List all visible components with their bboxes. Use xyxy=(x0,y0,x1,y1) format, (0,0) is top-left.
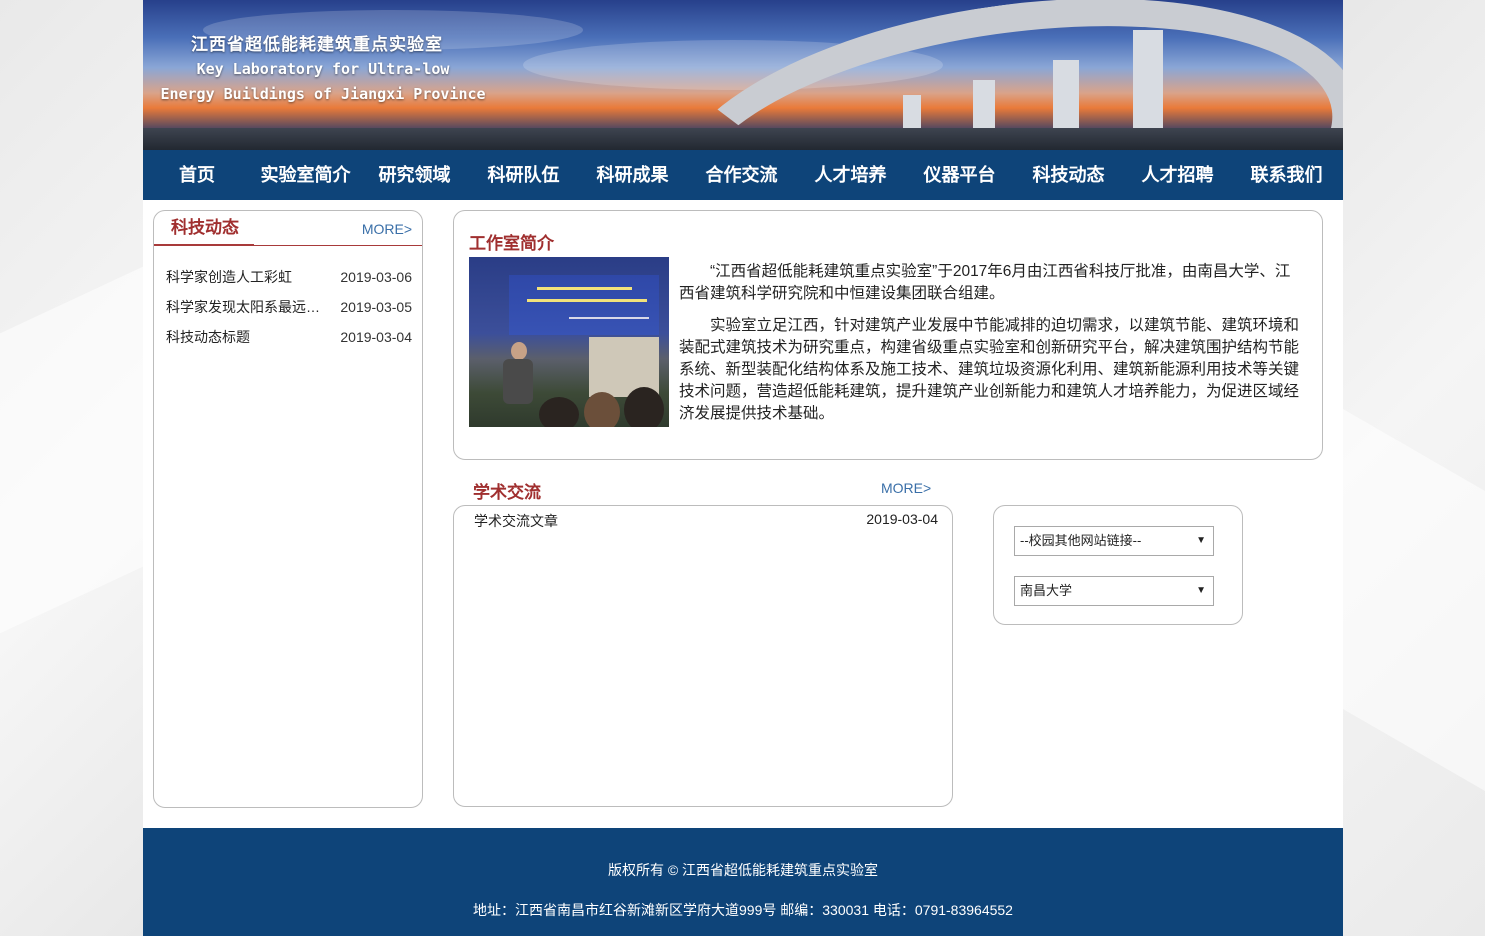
academic-item-date: 2019-03-04 xyxy=(866,511,938,527)
campus-links-select-value: --校园其他网站链接-- xyxy=(1020,533,1142,548)
nav-item-lab-intro[interactable]: 实验室简介 xyxy=(251,150,360,200)
photo-banner-text xyxy=(527,299,647,302)
banner-pillar xyxy=(1133,30,1163,140)
site-links-panel: --校园其他网站链接-- ▼ 南昌大学 ▼ xyxy=(993,505,1243,625)
academic-exchange-title: 学术交流 xyxy=(473,483,541,502)
photo-banner xyxy=(509,275,659,335)
studio-intro-panel: 工作室简介 “江西省超低能耗建筑重点实验室”于2017年6月由江西省科技厅批准，… xyxy=(453,210,1323,460)
nav-item-tech-news[interactable]: 科技动态 xyxy=(1014,150,1123,200)
photo-banner-text xyxy=(537,287,632,290)
site-title-en-line: Energy Buildings of Jiangxi Province xyxy=(160,85,486,103)
conference-photo xyxy=(469,257,669,427)
list-item[interactable]: 学术交流文章 2019-03-04 xyxy=(454,506,952,531)
nav-item-research-results[interactable]: 科研成果 xyxy=(578,150,687,200)
photo-audience xyxy=(584,392,620,427)
news-item-date: 2019-03-05 xyxy=(340,299,412,315)
list-item[interactable]: 科技动态标题 2019-03-04 xyxy=(166,326,412,356)
studio-intro-title: 工作室简介 xyxy=(469,234,554,253)
nav-item-contact[interactable]: 联系我们 xyxy=(1232,150,1341,200)
academic-more-link[interactable]: MORE> xyxy=(881,480,931,496)
photo-person xyxy=(503,359,533,404)
nav-item-home[interactable]: 首页 xyxy=(143,150,251,200)
nav-item-research-areas[interactable]: 研究领域 xyxy=(360,150,469,200)
footer-copyright: 版权所有 © 江西省超低能耗建筑重点实验室 xyxy=(607,862,879,878)
university-select-value: 南昌大学 xyxy=(1020,583,1073,598)
site-title-cn: 江西省超低能耗建筑重点实验室 xyxy=(191,35,443,55)
nav-item-recruitment[interactable]: 人才招聘 xyxy=(1123,150,1232,200)
nav-item-talent-training[interactable]: 人才培养 xyxy=(796,150,905,200)
tech-news-panel: 科技动态 MORE> 科学家创造人工彩虹 2019-03-06 科学家发现太阳系… xyxy=(153,210,423,808)
nav-item-cooperation[interactable]: 合作交流 xyxy=(687,150,796,200)
background-shape xyxy=(1343,409,1485,791)
background-shape xyxy=(0,266,143,634)
academic-item-title[interactable]: 学术交流文章 xyxy=(474,511,558,531)
university-select[interactable]: 南昌大学 ▼ xyxy=(1014,576,1214,606)
site-footer: 版权所有 © 江西省超低能耗建筑重点实验室 地址：江西省南昌市红谷新滩新区学府大… xyxy=(143,828,1343,936)
header-banner: 江西省超低能耗建筑重点实验室 Key Laboratory for Ultra-… xyxy=(143,0,1343,150)
nav-item-instrument-platform[interactable]: 仪器平台 xyxy=(905,150,1014,200)
photo-banner-text xyxy=(569,317,649,319)
site-title-en: Key Laboratory for Ultra-low Energy Buil… xyxy=(153,57,493,107)
list-item[interactable]: 科学家发现太阳系最远天体 2019-03-05 xyxy=(166,296,412,326)
site-title-en-line: Key Laboratory for Ultra-low xyxy=(196,60,450,78)
photo-audience xyxy=(539,397,579,427)
news-item-title[interactable]: 科技动态标题 xyxy=(166,326,326,356)
news-item-title[interactable]: 科学家发现太阳系最远天体 xyxy=(166,296,326,326)
news-item-date: 2019-03-06 xyxy=(340,269,412,285)
nav-item-research-team[interactable]: 科研队伍 xyxy=(469,150,578,200)
tech-news-list: 科学家创造人工彩虹 2019-03-06 科学家发现太阳系最远天体 2019-0… xyxy=(154,246,422,356)
news-item-date: 2019-03-04 xyxy=(340,329,412,345)
footer-address: 地址：江西省南昌市红谷新滩新区学府大道999号 邮编：330031 电话：079… xyxy=(473,902,1013,918)
banner-ground xyxy=(143,128,1343,150)
academic-exchange-panel: 学术交流文章 2019-03-04 xyxy=(453,505,953,807)
studio-intro-text: “江西省超低能耗建筑重点实验室”于2017年6月由江西省科技厅批准，由南昌大学、… xyxy=(679,261,1304,435)
dropdown-arrow-icon: ▼ xyxy=(1196,585,1206,596)
tech-news-more-link[interactable]: MORE> xyxy=(362,221,412,237)
photo-audience xyxy=(624,387,664,427)
main-nav: 首页 实验室简介 研究领域 科研队伍 科研成果 合作交流 人才培养 仪器平台 科… xyxy=(143,150,1343,200)
tech-news-header: 科技动态 MORE> xyxy=(154,211,422,246)
photo-person xyxy=(511,342,527,360)
page-container: 江西省超低能耗建筑重点实验室 Key Laboratory for Ultra-… xyxy=(143,0,1343,936)
tech-news-title: 科技动态 xyxy=(154,211,254,246)
news-item-title[interactable]: 科学家创造人工彩虹 xyxy=(166,266,326,296)
list-item[interactable]: 科学家创造人工彩虹 2019-03-06 xyxy=(166,266,412,296)
campus-links-select[interactable]: --校园其他网站链接-- ▼ xyxy=(1014,526,1214,556)
intro-paragraph: 实验室立足江西，针对建筑产业发展中节能减排的迫切需求，以建筑节能、建筑环境和装配… xyxy=(679,317,1300,422)
dropdown-arrow-icon: ▼ xyxy=(1196,535,1206,546)
intro-paragraph: “江西省超低能耗建筑重点实验室”于2017年6月由江西省科技厅批准，由南昌大学、… xyxy=(679,263,1291,302)
